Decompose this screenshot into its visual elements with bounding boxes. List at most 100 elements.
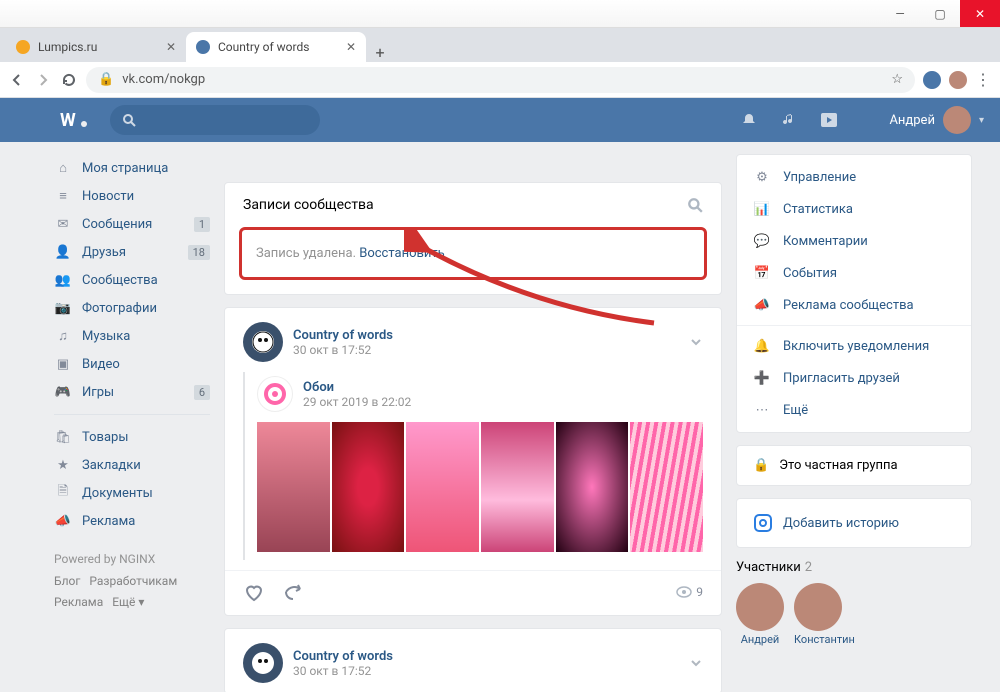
member-avatar[interactable] <box>736 583 784 631</box>
comment-icon: 💬 <box>753 234 771 249</box>
vk-logo[interactable]: W <box>60 110 90 130</box>
nav-market[interactable]: 🛍Товары <box>54 423 210 451</box>
bell-icon: 🔔 <box>753 339 771 354</box>
member-name[interactable]: Константин <box>794 633 855 646</box>
star-icon: ★ <box>54 458 72 473</box>
menu-events[interactable]: 📅События <box>737 257 971 289</box>
extension-icon[interactable] <box>923 71 941 89</box>
footer-more[interactable]: Ещё ▾ <box>112 595 144 609</box>
menu-invite[interactable]: ➕Пригласить друзей <box>737 362 971 394</box>
views-count: 9 <box>676 585 703 599</box>
members-block: Участники2 Андрей Константин <box>736 560 972 646</box>
nav-reload-icon[interactable] <box>60 71 78 89</box>
repost-avatar[interactable] <box>257 376 293 412</box>
footer-ads[interactable]: Реклама <box>54 595 103 609</box>
menu-stats[interactable]: 📊Статистика <box>737 193 971 225</box>
member-avatar[interactable] <box>794 583 842 631</box>
chevron-down-icon: ▾ <box>979 115 984 126</box>
tab-close-icon[interactable]: ✕ <box>166 40 176 54</box>
document-icon: 🗎 <box>54 482 72 504</box>
story-icon <box>753 513 773 533</box>
footer-blog[interactable]: Блог <box>54 574 80 588</box>
nav-ads[interactable]: 📣Реклама <box>54 507 210 535</box>
nav-messages[interactable]: ✉Сообщения1 <box>54 210 210 238</box>
nav-docs[interactable]: 🗎Документы <box>54 479 210 507</box>
browser-tab-lumpics[interactable]: Lumpics.ru ✕ <box>6 32 186 62</box>
vk-search-input[interactable] <box>110 105 320 135</box>
menu-comments[interactable]: 💬Комментарии <box>737 225 971 257</box>
tab-title: Country of words <box>218 40 338 54</box>
svg-text:W: W <box>60 110 76 130</box>
nav-bookmarks[interactable]: ★Закладки <box>54 451 210 479</box>
restore-link[interactable]: Восстановить <box>359 246 445 261</box>
menu-more[interactable]: ⋯Ещё <box>737 394 971 426</box>
friend-icon: 👤 <box>54 245 72 260</box>
window-minimize[interactable]: — <box>880 0 920 27</box>
nav-friends[interactable]: 👤Друзья18 <box>54 238 210 266</box>
menu-manage[interactable]: ⚙Управление <box>737 161 971 193</box>
post-more-icon[interactable] <box>689 335 703 349</box>
nav-footer: Powered by NGINX Блог Разработчикам Рекл… <box>54 549 210 614</box>
add-story-button[interactable]: Добавить историю <box>736 498 972 548</box>
nav-forward-icon[interactable] <box>34 71 52 89</box>
repost-date: 29 окт 2019 в 22:02 <box>303 395 411 409</box>
new-tab-button[interactable]: + <box>366 43 394 62</box>
video-play-icon[interactable] <box>817 112 841 128</box>
user-name: Андрей <box>889 113 935 128</box>
repost-author[interactable]: Обои <box>303 380 411 395</box>
gallery-image[interactable] <box>481 422 554 552</box>
nav-my-page[interactable]: ⌂Моя страница <box>54 154 210 182</box>
lock-icon: 🔒 <box>98 72 114 87</box>
nav-communities[interactable]: 👥Сообщества <box>54 266 210 294</box>
gallery-image[interactable] <box>332 422 405 552</box>
window-maximize[interactable]: ▢ <box>920 0 960 27</box>
bookmark-star-icon[interactable]: ☆ <box>891 72 903 87</box>
calendar-icon: 📅 <box>753 266 771 281</box>
user-avatar <box>943 106 971 134</box>
gallery-image[interactable] <box>406 422 479 552</box>
music-icon[interactable] <box>777 112 801 128</box>
post-author[interactable]: Country of words <box>293 649 393 664</box>
gallery-image[interactable] <box>257 422 330 552</box>
gallery-image[interactable] <box>630 422 703 552</box>
browser-tab-vk[interactable]: Country of words ✕ <box>186 32 366 62</box>
browser-menu-icon[interactable]: ⋮ <box>975 70 992 89</box>
group-icon: 👥 <box>54 273 72 288</box>
window-titlebar: — ▢ ✕ <box>0 0 1000 28</box>
profile-icon[interactable] <box>949 71 967 89</box>
community-avatar[interactable] <box>243 643 283 683</box>
wall-search-icon[interactable] <box>687 197 703 213</box>
post-more-icon[interactable] <box>689 656 703 670</box>
notifications-icon[interactable] <box>737 112 761 128</box>
nav-news[interactable]: ≡Новости <box>54 182 210 210</box>
nav-music[interactable]: ♫Музыка <box>54 322 210 350</box>
like-button[interactable] <box>243 581 265 603</box>
nav-photos[interactable]: 📷Фотографии <box>54 294 210 322</box>
home-icon: ⌂ <box>54 160 72 176</box>
nav-games[interactable]: 🎮Игры6 <box>54 378 210 406</box>
address-bar[interactable]: 🔒 vk.com/nokgp ☆ <box>86 67 915 93</box>
menu-community-ads[interactable]: 📣Реклама сообщества <box>737 289 971 321</box>
post-card: Country of words 30 окт в 17:52 <box>224 628 722 692</box>
vk-user-menu[interactable]: Андрей ▾ <box>889 106 984 134</box>
post-author[interactable]: Country of words <box>293 328 393 343</box>
tab-close-icon[interactable]: ✕ <box>346 40 356 54</box>
bag-icon: 🛍 <box>54 430 72 445</box>
nav-video[interactable]: ▣Видео <box>54 350 210 378</box>
member-name[interactable]: Андрей <box>736 633 784 646</box>
vk-header: W Андрей ▾ <box>0 98 1000 142</box>
nav-back-icon[interactable] <box>8 71 26 89</box>
post-date: 30 окт в 17:52 <box>293 343 393 357</box>
gear-icon: ⚙ <box>753 170 771 185</box>
attachments-gallery <box>257 422 703 552</box>
window-close[interactable]: ✕ <box>960 0 1000 27</box>
video-icon: ▣ <box>54 357 72 372</box>
menu-notify[interactable]: 🔔Включить уведомления <box>737 330 971 362</box>
footer-devs[interactable]: Разработчикам <box>89 574 177 588</box>
gamepad-icon: 🎮 <box>54 385 72 400</box>
gallery-image[interactable] <box>556 422 629 552</box>
deleted-text: Запись удалена. <box>256 246 359 261</box>
community-avatar[interactable] <box>243 322 283 362</box>
wall-card: Записи сообщества Запись удалена. Восста… <box>224 182 722 295</box>
share-button[interactable] <box>283 581 305 603</box>
